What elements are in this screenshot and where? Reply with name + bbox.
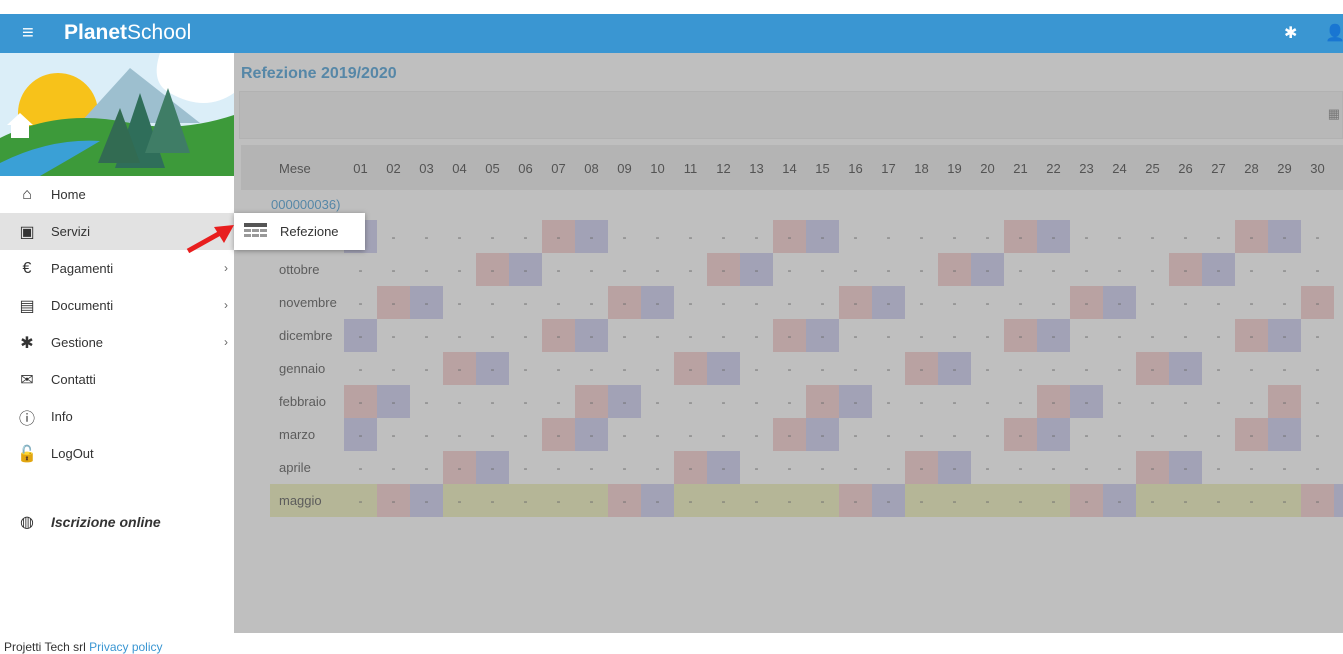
unlock-icon: 🔓	[17, 445, 37, 463]
brand-logo[interactable]: PlanetSchool	[64, 21, 191, 45]
home-icon: ⌂	[22, 185, 32, 203]
chevron-right-icon: ›	[224, 298, 228, 312]
user-icon[interactable]: 👤	[1325, 23, 1343, 43]
modal-overlay[interactable]	[234, 53, 1343, 633]
menu-icon[interactable]: ≡	[22, 22, 34, 44]
sidebar-item-label: Servizi	[51, 224, 91, 239]
submenu-refezione[interactable]: Refezione	[234, 213, 365, 250]
envelope-icon: ✉	[20, 371, 34, 389]
privacy-policy-link[interactable]: Privacy policy	[89, 640, 162, 654]
sidebar-item-label: LogOut	[51, 446, 94, 461]
footer: Projetti Tech srl Privacy policy	[4, 640, 163, 654]
sidebar-item-label: Home	[51, 187, 86, 202]
globe-icon: ◍	[20, 513, 34, 531]
footer-company: Projetti Tech srl	[4, 640, 86, 654]
sidebar-item-documenti[interactable]: ▤ Documenti ›	[0, 287, 234, 324]
sidebar-item-label: Iscrizione online	[51, 513, 161, 530]
euro-icon: €	[22, 259, 32, 277]
brand-bold: Planet	[64, 21, 128, 44]
submenu-label: Refezione	[280, 224, 339, 239]
sidebar-item-contatti[interactable]: ✉ Contatti	[0, 361, 234, 398]
gear-icon: ✱	[20, 334, 34, 352]
chevron-right-icon: ›	[224, 261, 228, 275]
sidebar-item-gestione[interactable]: ✱ Gestione ›	[0, 324, 234, 361]
sidebar-item-label: Info	[51, 409, 73, 424]
sidebar-item-logout[interactable]: 🔓 LogOut	[0, 435, 234, 472]
sidebar: ⌂Home ▣Servizi› €Pagamenti› ▤Documenti› …	[0, 53, 234, 633]
sidebar-item-iscrizione-online[interactable]: ◍ Iscrizione online	[0, 503, 234, 540]
settings-icon[interactable]: ✱	[1284, 23, 1297, 43]
sidebar-item-label: Contatti	[51, 372, 96, 387]
clipboard-icon: ▤	[19, 297, 35, 315]
sidebar-banner	[0, 53, 234, 176]
sidebar-item-label: Pagamenti	[51, 261, 114, 276]
sidebar-item-info[interactable]: ⓘ Info	[0, 398, 234, 435]
info-icon: ⓘ	[18, 410, 35, 428]
sidebar-item-home[interactable]: ⌂ Home	[0, 176, 234, 213]
briefcase-icon: ▣	[19, 223, 35, 241]
sidebar-item-label: Gestione	[51, 335, 104, 350]
brand-light: School	[127, 21, 192, 44]
table-icon	[244, 222, 267, 241]
red-arrow-pointer	[186, 225, 234, 254]
top-navbar: ≡ PlanetSchool ✱ 👤	[0, 14, 1343, 53]
sidebar-item-label: Documenti	[51, 298, 114, 313]
chevron-right-icon: ›	[224, 335, 228, 349]
